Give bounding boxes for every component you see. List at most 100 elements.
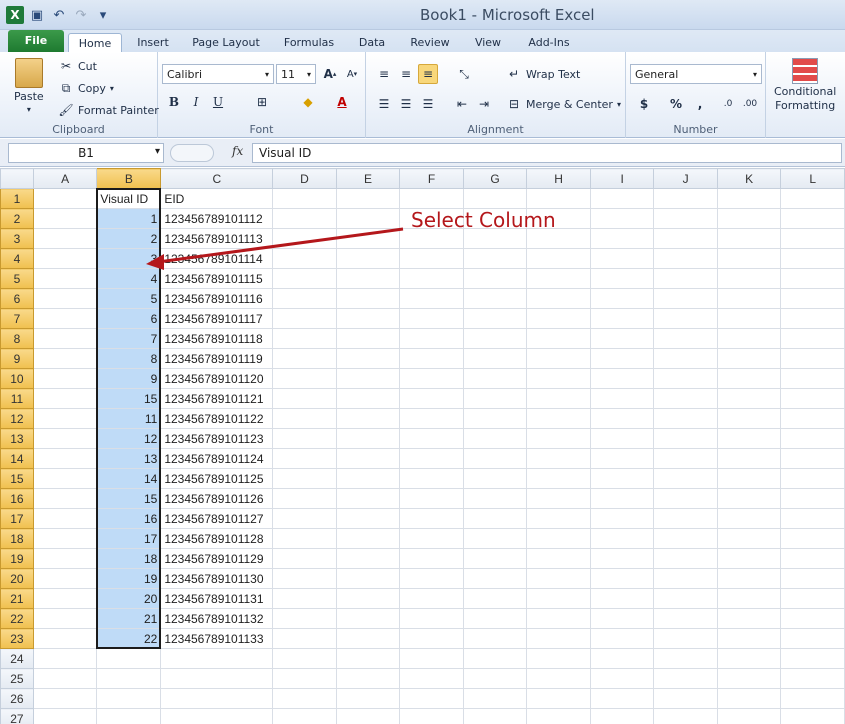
cell-k9[interactable] [716, 348, 782, 369]
cell-f4[interactable] [399, 248, 464, 269]
tab-insert[interactable]: Insert [130, 33, 176, 52]
align-middle-icon[interactable]: ≡ [396, 64, 416, 84]
cell-b22[interactable]: 21 [96, 608, 162, 629]
cell-h15[interactable] [526, 468, 591, 489]
row-header[interactable]: 12 [0, 408, 34, 429]
comma-button[interactable]: , [690, 94, 710, 114]
cell-f23[interactable] [399, 628, 464, 649]
font-color-icon[interactable]: A [332, 92, 352, 112]
cell-i8[interactable] [589, 328, 655, 349]
cell-a4[interactable] [32, 248, 98, 269]
cell-d4[interactable] [272, 248, 337, 269]
cell-c23[interactable]: 123456789101133 [160, 628, 274, 649]
cell-j25[interactable] [653, 668, 718, 689]
cell-b2[interactable]: 1 [96, 208, 162, 229]
cell-h12[interactable] [526, 408, 591, 429]
cell-l9[interactable] [780, 348, 845, 369]
cell-k11[interactable] [716, 388, 782, 409]
percent-button[interactable]: % [666, 94, 686, 114]
cell-j16[interactable] [653, 488, 718, 509]
cell-j21[interactable] [653, 588, 718, 609]
cell-b23[interactable]: 22 [96, 628, 162, 649]
cell-j19[interactable] [653, 548, 718, 569]
italic-button[interactable]: I [186, 92, 206, 112]
cell-f19[interactable] [399, 548, 464, 569]
cell-e24[interactable] [335, 648, 401, 669]
cell-l15[interactable] [780, 468, 845, 489]
cell-j18[interactable] [653, 528, 718, 549]
cell-i13[interactable] [589, 428, 655, 449]
cell-k16[interactable] [716, 488, 782, 509]
cell-a15[interactable] [32, 468, 98, 489]
cell-a8[interactable] [32, 328, 98, 349]
cell-l1[interactable] [780, 188, 845, 209]
cell-j22[interactable] [653, 608, 718, 629]
cell-c27[interactable] [160, 708, 274, 724]
cell-k24[interactable] [716, 648, 782, 669]
cell-l26[interactable] [780, 688, 845, 709]
cell-i24[interactable] [589, 648, 655, 669]
cell-f6[interactable] [399, 288, 464, 309]
formula-bar-resize-handle[interactable] [170, 144, 214, 162]
cell-a19[interactable] [32, 548, 98, 569]
cell-k2[interactable] [716, 208, 782, 229]
row-header[interactable]: 2 [0, 208, 34, 229]
cell-j17[interactable] [653, 508, 718, 529]
cell-e21[interactable] [335, 588, 401, 609]
cell-i7[interactable] [589, 308, 655, 329]
cell-g24[interactable] [462, 648, 528, 669]
cell-b21[interactable]: 20 [96, 588, 162, 609]
cell-h16[interactable] [526, 488, 591, 509]
row-header[interactable]: 18 [0, 528, 34, 549]
row-header[interactable]: 13 [0, 428, 34, 449]
cell-c9[interactable]: 123456789101119 [160, 348, 274, 369]
cell-l2[interactable] [780, 208, 845, 229]
cell-l24[interactable] [780, 648, 845, 669]
cell-j11[interactable] [653, 388, 718, 409]
align-top-icon[interactable]: ≡ [374, 64, 394, 84]
cell-b12[interactable]: 11 [96, 408, 162, 429]
cut-button[interactable]: ✂ Cut [58, 58, 97, 74]
cell-k14[interactable] [716, 448, 782, 469]
row-header[interactable]: 5 [0, 268, 34, 289]
cell-d20[interactable] [272, 568, 337, 589]
cell-l27[interactable] [780, 708, 845, 724]
cell-f20[interactable] [399, 568, 464, 589]
decrease-decimal-icon[interactable]: .00 [740, 94, 760, 114]
cell-d26[interactable] [272, 688, 337, 709]
cell-g4[interactable] [462, 248, 528, 269]
cell-g5[interactable] [462, 268, 528, 289]
cell-k10[interactable] [716, 368, 782, 389]
cell-d12[interactable] [272, 408, 337, 429]
cell-d1[interactable] [272, 188, 337, 209]
cell-g23[interactable] [462, 628, 528, 649]
row-header[interactable]: 26 [0, 688, 34, 709]
cell-k4[interactable] [716, 248, 782, 269]
cell-a2[interactable] [32, 208, 98, 229]
cell-e7[interactable] [335, 308, 401, 329]
cell-a24[interactable] [32, 648, 98, 669]
font-size-select[interactable]: 11 ▾ [276, 64, 316, 84]
cell-g27[interactable] [462, 708, 528, 724]
cell-f7[interactable] [399, 308, 464, 329]
cell-b17[interactable]: 16 [96, 508, 162, 529]
cell-k25[interactable] [716, 668, 782, 689]
align-left-icon[interactable]: ☰ [374, 94, 394, 114]
cell-b11[interactable]: 15 [96, 388, 162, 409]
cell-e25[interactable] [335, 668, 401, 689]
cell-b27[interactable] [96, 708, 162, 724]
cell-f9[interactable] [399, 348, 464, 369]
cell-g12[interactable] [462, 408, 528, 429]
cell-i12[interactable] [589, 408, 655, 429]
cell-f10[interactable] [399, 368, 464, 389]
cell-d25[interactable] [272, 668, 337, 689]
cell-i17[interactable] [589, 508, 655, 529]
cell-c12[interactable]: 123456789101122 [160, 408, 274, 429]
cell-a12[interactable] [32, 408, 98, 429]
cell-f1[interactable] [399, 188, 464, 209]
cell-e3[interactable] [335, 228, 401, 249]
conditional-formatting-button[interactable]: Conditional Formatting [774, 58, 836, 112]
cell-c10[interactable]: 123456789101120 [160, 368, 274, 389]
cell-a1[interactable] [32, 188, 98, 209]
cell-k18[interactable] [716, 528, 782, 549]
